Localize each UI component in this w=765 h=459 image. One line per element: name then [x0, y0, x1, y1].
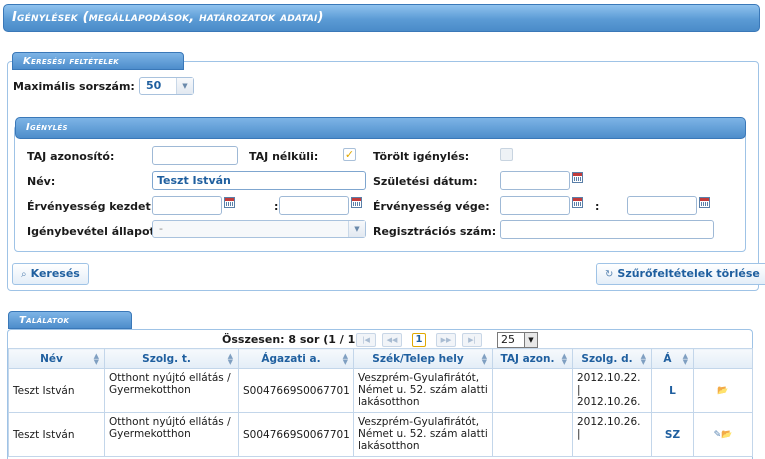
first-page-icon[interactable]: |◀: [356, 333, 376, 347]
cell-service: Otthont nyújtó ellátás / Gyermekotthon: [104, 368, 239, 413]
cell-dates: 2012.10.22. | 2012.10.26.: [572, 368, 652, 413]
cell-service: Otthont nyújtó ellátás / Gyermekotthon: [104, 412, 239, 457]
taj-input[interactable]: [152, 146, 238, 165]
search-button[interactable]: ⌕ Keresés: [12, 263, 89, 285]
calendar-icon[interactable]: [572, 197, 583, 208]
cell-status[interactable]: SZ: [651, 412, 694, 457]
registration-label: Regisztrációs szám:: [373, 225, 497, 238]
clear-filters-label: Szűrőfeltételek törlése: [617, 267, 760, 280]
search-panel-tab: Keresési feltételek: [12, 52, 184, 70]
request-panel-tab: Igénylés: [15, 117, 746, 139]
search-icon: ⌕: [21, 269, 27, 280]
column-header-sector[interactable]: Ágazati a. ▲ ▼: [238, 348, 354, 369]
page-size-value: 25: [501, 333, 515, 346]
cell-name: Teszt István: [8, 368, 105, 413]
sort-icon: ▲ ▼: [227, 352, 233, 366]
prev-page-icon[interactable]: ◀◀: [382, 333, 402, 347]
column-header-actions: [693, 348, 753, 369]
table-row[interactable]: Teszt István Otthont nyújtó ellátás / Gy…: [8, 368, 753, 413]
name-label: Név:: [27, 175, 56, 188]
taj-missing-checkbox[interactable]: ✓: [343, 148, 356, 161]
sort-icon: ▲ ▼: [93, 352, 99, 366]
calendar-icon[interactable]: [351, 197, 362, 208]
folder-open-icon[interactable]: 📂: [721, 430, 732, 440]
column-header-name[interactable]: Név ▲ ▼: [8, 348, 105, 369]
valid-from-separator: :: [274, 200, 279, 213]
cell-actions: 📂: [693, 368, 753, 413]
cell-status[interactable]: L: [651, 368, 694, 413]
refresh-icon: ↻: [605, 269, 614, 280]
taj-label: TAJ azonosító:: [27, 150, 115, 163]
valid-to-start-input[interactable]: [500, 196, 570, 215]
valid-to-end-input[interactable]: [627, 196, 697, 215]
status-label: Igénybevétel állapota:: [27, 225, 167, 238]
search-button-label: Keresés: [30, 267, 80, 280]
next-page-icon[interactable]: ▶▶: [436, 333, 456, 347]
folder-open-icon[interactable]: 📂: [717, 386, 728, 396]
chevron-down-icon: ▼: [176, 78, 193, 94]
cell-location: Veszprém-Gyulafirátót, Német u. 52. szám…: [353, 368, 493, 413]
sort-icon: ▲ ▼: [342, 352, 348, 366]
cell-actions: ✎📂: [693, 412, 753, 457]
max-row-select[interactable]: 50 ▼: [139, 77, 194, 95]
deleted-label: Törölt igénylés:: [373, 150, 470, 163]
name-input[interactable]: [152, 171, 366, 190]
calendar-icon[interactable]: [572, 172, 583, 183]
max-row-value: 50: [146, 79, 162, 92]
valid-from-label: Érvényesség kezdet:: [27, 200, 156, 213]
deleted-checkbox[interactable]: [500, 148, 513, 161]
cell-sector: S0047669S0067701: [238, 368, 354, 413]
calendar-icon[interactable]: [699, 197, 710, 208]
cell-name: Teszt István: [8, 412, 105, 457]
birth-date-label: Születési dátum:: [373, 175, 478, 188]
valid-from-start-input[interactable]: [152, 196, 222, 215]
chevron-down-icon: ▼: [348, 221, 365, 237]
cell-taj: [492, 412, 573, 457]
sort-icon: ▲ ▼: [561, 352, 567, 366]
cell-dates: 2012.10.26. |: [572, 412, 652, 457]
column-header-status[interactable]: Á ▲ ▼: [651, 348, 694, 369]
page-size-select[interactable]: 25 ▼: [497, 332, 538, 348]
pagination: |◀ ◀◀ 1 ▶▶ ▶|: [356, 333, 486, 347]
column-header-taj[interactable]: TAJ azon. ▲ ▼: [492, 348, 573, 369]
taj-missing-label: TAJ nélküli:: [249, 150, 319, 163]
max-row-label: Maximális sorszám:: [13, 80, 135, 93]
column-header-location[interactable]: Szék/Telep hely ▲ ▼: [353, 348, 493, 369]
table-row[interactable]: Teszt István Otthont nyújtó ellátás / Gy…: [8, 412, 753, 457]
calendar-icon[interactable]: [224, 197, 235, 208]
registration-input[interactable]: [500, 220, 714, 239]
sort-icon: ▲ ▼: [640, 352, 646, 366]
column-header-service[interactable]: Szolg. t. ▲ ▼: [104, 348, 239, 369]
cell-sector: S0047669S0067701: [238, 412, 354, 457]
sort-icon: ▲ ▼: [481, 352, 487, 366]
valid-to-label: Érvényesség vége:: [373, 200, 490, 213]
birth-date-input[interactable]: [500, 171, 570, 190]
sort-icon: ▲ ▼: [682, 352, 688, 366]
chevron-down-icon: ▼: [524, 333, 537, 347]
cell-location: Veszprém-Gyulafirátót, Német u. 52. szám…: [353, 412, 493, 457]
valid-to-separator: :: [595, 200, 600, 213]
current-page[interactable]: 1: [412, 333, 426, 347]
column-header-dates[interactable]: Szolg. d. ▲ ▼: [572, 348, 652, 369]
results-summary: Összesen: 8 sor (1 / 1): [222, 333, 361, 346]
valid-from-end-input[interactable]: [279, 196, 349, 215]
page-title: Igénylések (megállapodások, határozatok …: [3, 4, 760, 32]
results-panel-tab: Találatok: [8, 311, 132, 329]
last-page-icon[interactable]: ▶|: [462, 333, 482, 347]
results-table: Név ▲ ▼ Szolg. t. ▲ ▼ Ágazati a. ▲ ▼ Szék/Tele…: [8, 348, 753, 457]
status-value: -: [159, 222, 163, 235]
cell-taj: [492, 368, 573, 413]
clear-filters-button[interactable]: ↻ Szűrőfeltételek törlése: [596, 263, 765, 285]
status-select[interactable]: - ▼: [152, 220, 366, 238]
